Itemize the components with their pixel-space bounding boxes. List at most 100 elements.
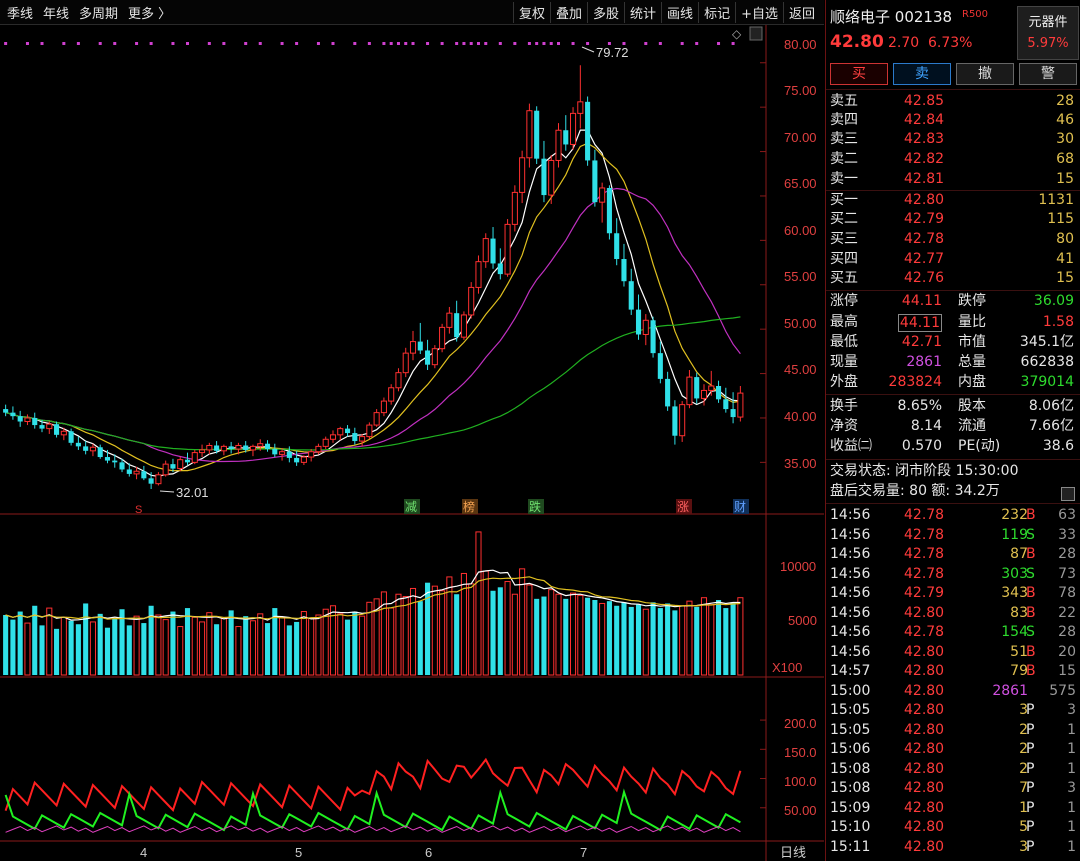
multi-period-tab[interactable]: 多周期 xyxy=(76,3,121,22)
signal-dot xyxy=(557,42,560,45)
tick-row[interactable]: 15:05 42.80 2 P 1 xyxy=(830,721,1076,741)
tick-row[interactable]: 14:56 42.80 51 B 20 xyxy=(830,643,1076,663)
candle-body xyxy=(526,110,533,159)
draw-line-button[interactable]: 画线 xyxy=(661,2,698,23)
tick-time: 15:06 xyxy=(830,741,871,757)
signal-dot xyxy=(440,42,444,45)
tick-row[interactable]: 15:09 42.80 1 P 1 xyxy=(830,799,1076,819)
tick-row[interactable]: 14:56 42.79 343 B 78 xyxy=(830,584,1076,604)
pe-stat: PE(动) 38.6 xyxy=(958,438,1074,454)
candle-body xyxy=(388,387,395,402)
volume-bar xyxy=(490,590,496,675)
expand-icon[interactable] xyxy=(1061,487,1075,501)
tick-row[interactable]: 15:11 42.80 3 P 1 xyxy=(830,838,1076,858)
tick-price: 42.80 xyxy=(904,643,945,660)
volume-bar xyxy=(220,617,227,676)
bid-row[interactable]: 买二 42.79 115 xyxy=(830,210,1074,229)
svg-text:减: 减 xyxy=(405,500,417,514)
event-marker-finance[interactable]: 财 xyxy=(733,499,749,514)
tick-row[interactable]: 15:08 42.80 7 P 3 xyxy=(830,779,1076,799)
divider xyxy=(826,394,1080,395)
tick-row[interactable]: 15:00 42.80 2861 575 xyxy=(830,682,1076,702)
candle-body xyxy=(665,378,671,407)
tick-row[interactable]: 14:56 42.78 119 S 33 xyxy=(830,526,1076,546)
kline-chart-svg[interactable]: 80.00 75.00 70.00 65.00 60.00 55.00 50.0… xyxy=(0,25,824,861)
candle-body xyxy=(497,263,503,275)
volume-bar xyxy=(585,597,591,675)
event-marker-rise[interactable]: 涨 xyxy=(676,499,692,514)
tick-volume: 87 xyxy=(1010,546,1028,562)
candle-body xyxy=(723,399,729,410)
year-line-tab[interactable]: 年线 xyxy=(40,3,72,22)
overlay-button[interactable]: 叠加 xyxy=(550,2,587,23)
tick-row[interactable]: 15:08 42.80 2 P 1 xyxy=(830,760,1076,780)
candle-body xyxy=(112,460,118,463)
tick-price: 42.80 xyxy=(904,663,945,679)
event-marker-rank[interactable]: 榜 xyxy=(462,499,478,514)
ask-row[interactable]: 卖二 42.82 68 xyxy=(830,150,1074,169)
sell-button[interactable]: 卖 xyxy=(893,63,951,85)
mark-button[interactable]: 标记 xyxy=(698,2,735,23)
more-menu[interactable]: 更多 〉 xyxy=(125,3,174,22)
chart-settings-icon[interactable] xyxy=(749,26,763,41)
bid-row[interactable]: 买三 42.78 80 xyxy=(830,230,1074,249)
signal-dot xyxy=(513,42,517,45)
ask-row[interactable]: 卖一 42.81 15 xyxy=(830,170,1074,189)
bid-row[interactable]: 买四 42.77 41 xyxy=(830,250,1074,269)
high-annotation: 79.72 xyxy=(596,45,629,60)
tick-row[interactable]: 14:56 42.78 87 B 28 xyxy=(830,545,1076,565)
tick-row[interactable]: 14:56 42.78 232 B 63 xyxy=(830,506,1076,526)
price-tick-60: 60.00 xyxy=(784,223,817,238)
tick-row[interactable]: 14:56 42.78 303 S 73 xyxy=(830,565,1076,585)
tick-volume: 79 xyxy=(1010,663,1028,679)
tick-volume: 1 xyxy=(1019,799,1028,816)
tick-price: 42.80 xyxy=(904,721,945,738)
alert-button[interactable]: 警 xyxy=(1019,63,1077,85)
candle-body xyxy=(570,112,577,145)
diamond-icon[interactable]: ◇ xyxy=(732,27,742,41)
volume-bar xyxy=(534,598,540,675)
signal-dot xyxy=(476,42,480,45)
tick-row[interactable]: 15:05 42.80 3 P 3 xyxy=(830,701,1076,721)
volume-bar xyxy=(352,611,358,675)
tick-row[interactable]: 15:10 42.80 5 P 1 xyxy=(830,818,1076,838)
multi-stock-button[interactable]: 多股 xyxy=(587,2,624,23)
event-marker-fall[interactable]: 跌 xyxy=(528,499,544,514)
net-asset-stat: 净资 8.14 xyxy=(830,418,942,434)
tick-row[interactable]: 14:56 42.78 154 S 28 xyxy=(830,623,1076,643)
back-button[interactable]: 返回 xyxy=(782,2,820,23)
ask-row[interactable]: 卖五 42.85 28 xyxy=(830,92,1074,111)
divider xyxy=(826,503,1080,504)
signal-dot xyxy=(586,42,590,45)
tick-row[interactable]: 14:57 42.80 79 B 15 xyxy=(830,662,1076,682)
equity-stat: 股本 8.06亿 xyxy=(958,398,1074,414)
quarter-line-tab[interactable]: 季线 xyxy=(4,3,36,22)
ask-row[interactable]: 卖三 42.83 30 xyxy=(830,130,1074,149)
tick-time: 14:57 xyxy=(830,663,871,679)
kline-chart-area[interactable]: 80.00 75.00 70.00 65.00 60.00 55.00 50.0… xyxy=(0,25,824,861)
tick-row[interactable]: 15:06 42.80 2 P 1 xyxy=(830,740,1076,760)
cancel-order-button[interactable]: 撤 xyxy=(956,63,1014,85)
price-change-pct: 6.73% xyxy=(928,35,973,51)
candle-body xyxy=(519,157,526,193)
sector-box[interactable]: 元器件 5.97% xyxy=(1017,6,1079,60)
volume-bar xyxy=(657,608,663,675)
adjust-button[interactable]: 复权 xyxy=(512,2,550,23)
candle-body xyxy=(482,238,489,263)
event-marker-reduce[interactable]: 减 xyxy=(404,499,420,514)
candle-body xyxy=(431,348,438,366)
current-price: 42.80 xyxy=(830,32,884,52)
signal-dot xyxy=(717,42,721,45)
candle-body xyxy=(17,416,23,422)
tick-row[interactable]: 14:56 42.80 83 B 22 xyxy=(830,604,1076,624)
price-tick-40: 40.00 xyxy=(784,409,817,424)
ask-row[interactable]: 卖四 42.84 46 xyxy=(830,111,1074,130)
bid-row[interactable]: 买一 42.80 1131 xyxy=(830,191,1074,210)
ma-line xyxy=(5,187,741,463)
bid-row[interactable]: 买五 42.76 15 xyxy=(830,269,1074,288)
candle-body xyxy=(409,341,417,354)
signal-dot xyxy=(382,42,386,45)
buy-button[interactable]: 买 xyxy=(830,63,888,85)
statistics-button[interactable]: 统计 xyxy=(624,2,661,23)
add-favorite-button[interactable]: +自选 xyxy=(735,2,783,23)
